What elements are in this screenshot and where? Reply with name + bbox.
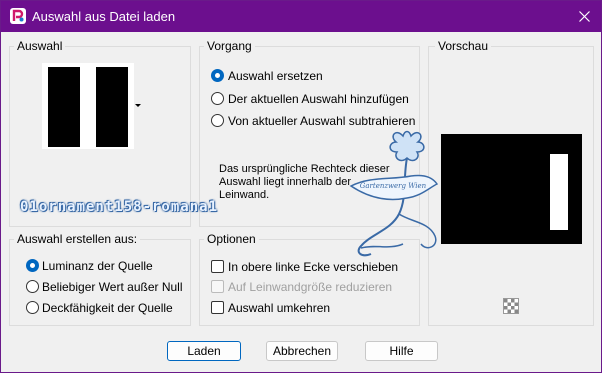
selection-thumbnail[interactable]	[42, 63, 134, 149]
erstellen-group-label: Auswahl erstellen aus:	[14, 232, 141, 246]
radio-beliebiger-wert-label[interactable]: Beliebiger Wert außer Null	[42, 280, 183, 294]
paintshop-app-icon	[10, 8, 26, 24]
radio-luminanz[interactable]	[26, 259, 39, 272]
radio-auswahl-hinzufuegen-label[interactable]: Der aktuellen Auswahl hinzufügen	[228, 92, 409, 106]
radio-auswahl-ersetzen-label[interactable]: Auswahl ersetzen	[228, 69, 323, 83]
dialog-window: Auswahl aus Datei laden Auswahl Vorgang …	[0, 0, 602, 373]
checkbox-leinwandgroesse	[211, 280, 224, 293]
radio-auswahl-ersetzen[interactable]	[211, 69, 224, 82]
preview-canvas	[441, 134, 582, 244]
vorgang-group-label: Vorgang	[204, 39, 255, 53]
radio-luminanz-label[interactable]: Luminanz der Quelle	[42, 259, 153, 273]
checkbox-auswahl-umkehren-label[interactable]: Auswahl umkehren	[228, 301, 330, 315]
checkbox-leinwandgroesse-label: Auf Leinwandgröße reduzieren	[228, 280, 393, 294]
radio-auswahl-subtrahieren[interactable]	[211, 114, 224, 127]
radio-auswahl-hinzufuegen[interactable]	[211, 92, 224, 105]
help-button[interactable]: Hilfe	[365, 341, 438, 361]
title-bar: Auswahl aus Datei laden	[1, 1, 601, 32]
radio-beliebiger-wert[interactable]	[26, 280, 39, 293]
close-icon	[579, 11, 590, 22]
logo-text: Gartenzwerg Wien	[360, 182, 427, 190]
gartenzwerg-logo: Gartenzwerg Wien	[349, 130, 439, 257]
window-title: Auswahl aus Datei laden	[32, 9, 176, 24]
vorschau-group-label: Vorschau	[435, 39, 492, 53]
checkbox-auswahl-umkehren[interactable]	[211, 301, 224, 314]
checkbox-obere-linke-ecke[interactable]	[211, 260, 224, 273]
radio-deckfaehigkeit[interactable]	[26, 301, 39, 314]
cancel-button[interactable]: Abbrechen	[266, 341, 338, 361]
auswahl-group-label: Auswahl	[14, 39, 66, 53]
optionen-group-label: Optionen	[204, 232, 259, 246]
checkbox-obere-linke-ecke-label[interactable]: In obere linke Ecke verschieben	[228, 260, 398, 274]
thumbnail-dropdown-arrow-icon[interactable]	[135, 104, 141, 107]
load-button[interactable]: Laden	[167, 341, 241, 361]
transparency-checker-icon[interactable]	[503, 298, 519, 314]
watermark-text: 01ornament158-romana1	[20, 199, 219, 215]
close-button[interactable]	[571, 4, 599, 29]
radio-deckfaehigkeit-label[interactable]: Deckfähigkeit der Quelle	[42, 301, 173, 315]
selection-thumbnail-image	[42, 63, 134, 149]
preview-selection-image	[441, 134, 582, 244]
